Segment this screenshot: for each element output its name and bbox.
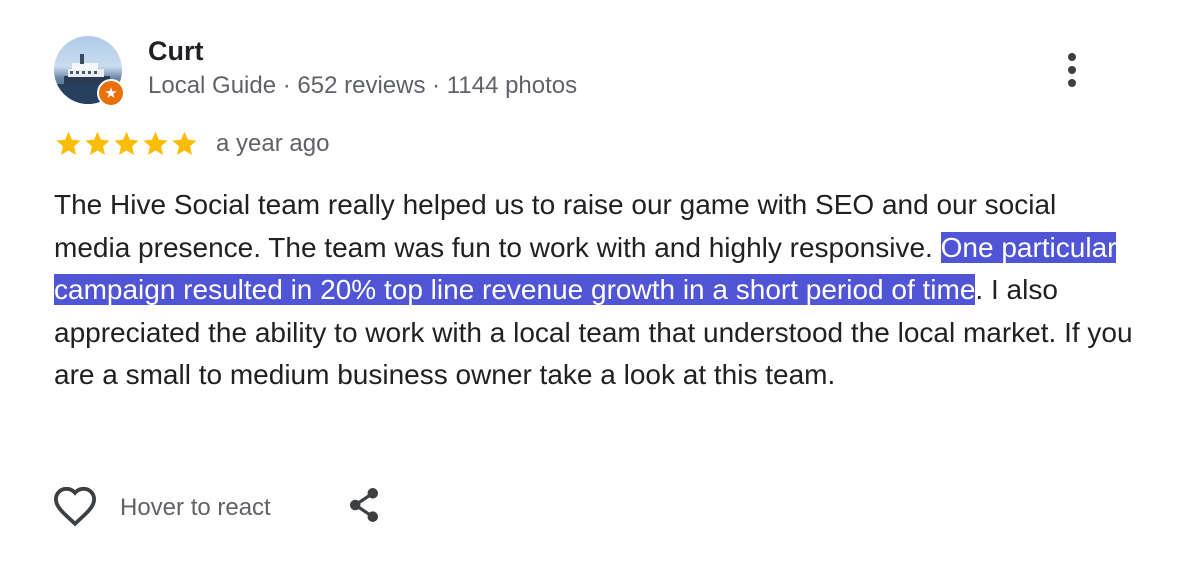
review-text: The Hive Social team really helped us to… [54,184,1134,397]
more-vertical-icon [1068,53,1076,61]
star-icon [172,131,197,155]
local-guide-badge-icon [97,79,125,107]
share-button[interactable] [344,486,384,528]
reviewer-name[interactable]: Curt [148,36,204,67]
react-button[interactable]: Hover to react [52,486,271,530]
star-icon [114,131,139,155]
review-text-part: The Hive Social team really helped us to… [54,189,1057,263]
star-rating [54,128,199,158]
heart-outline-icon [52,485,98,532]
more-options-button[interactable] [1056,48,1088,92]
review-card: Curt Local Guide · 652 reviews · 1144 ph… [0,0,1200,564]
review-date: a year ago [216,130,330,157]
star-icon [85,131,110,155]
star-icon [56,131,81,155]
share-icon [346,486,382,529]
react-label: Hover to react [120,494,271,521]
reviewer-stats: Local Guide · 652 reviews · 1144 photos [148,72,578,99]
star-icon [143,131,168,155]
